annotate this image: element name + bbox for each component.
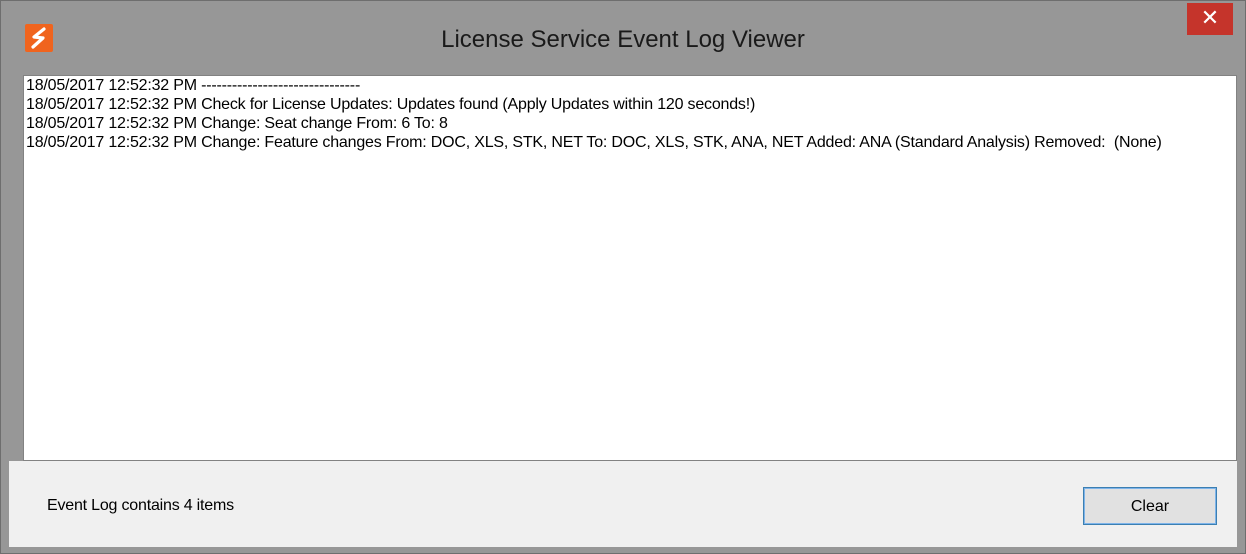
window-title: License Service Event Log Viewer xyxy=(441,26,805,53)
event-log-window: License Service Event Log Viewer ✕ 18/05… xyxy=(0,0,1246,554)
log-line: 18/05/2017 12:52:32 PM -----------------… xyxy=(26,77,361,94)
footer-panel: Event Log contains 4 items Clear xyxy=(9,461,1237,547)
log-line: 18/05/2017 12:52:32 PM Change: Feature c… xyxy=(26,134,1162,151)
log-line: 18/05/2017 12:52:32 PM Check for License… xyxy=(26,96,756,113)
title-bar[interactable]: License Service Event Log Viewer ✕ xyxy=(1,1,1245,75)
clear-button[interactable]: Clear xyxy=(1083,487,1217,525)
event-count-status: Event Log contains 4 items xyxy=(47,497,234,514)
log-line: 18/05/2017 12:52:32 PM Change: Seat chan… xyxy=(26,115,448,132)
event-log-list[interactable]: 18/05/2017 12:52:32 PM -----------------… xyxy=(23,75,1237,461)
close-button[interactable]: ✕ xyxy=(1187,3,1233,35)
